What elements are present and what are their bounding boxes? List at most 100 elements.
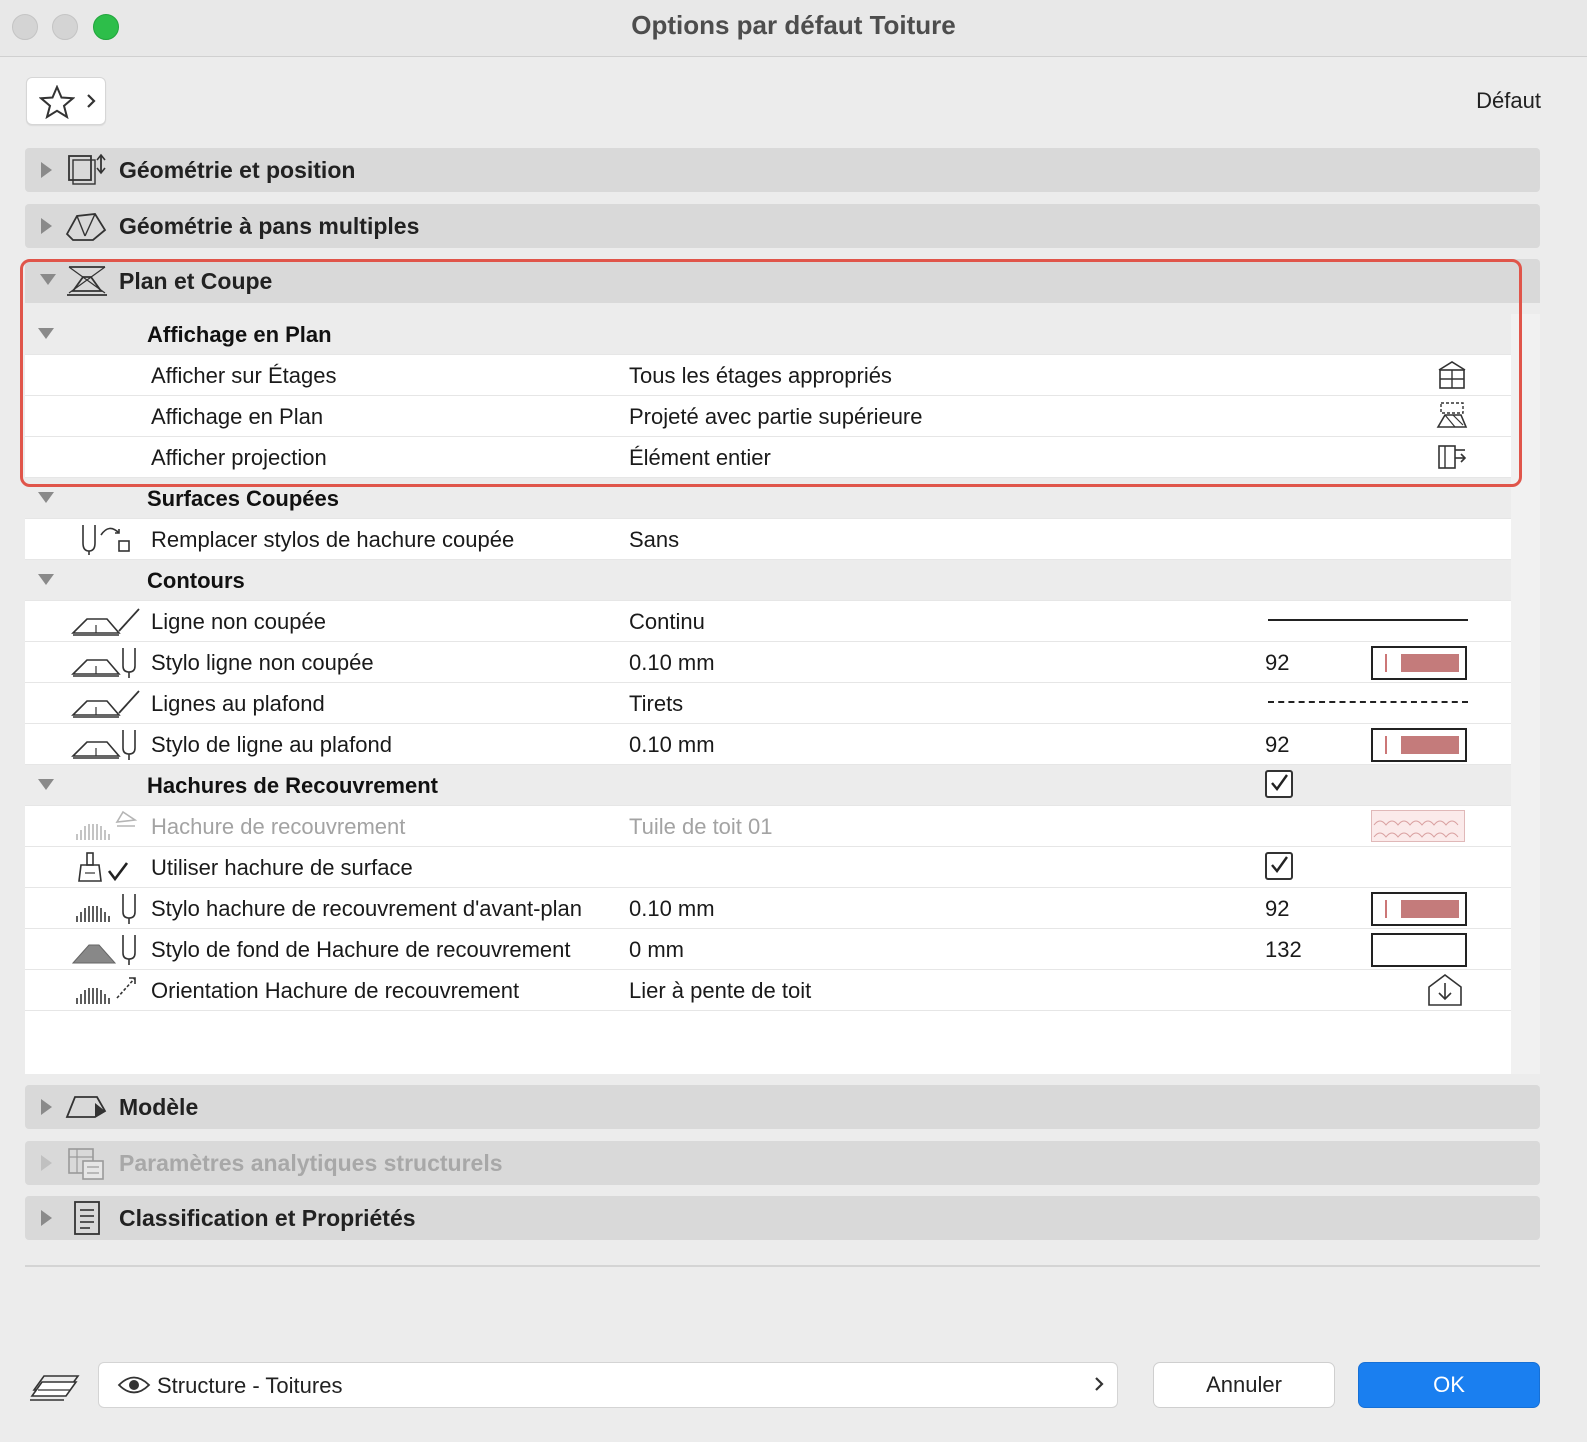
row-afficher-projection[interactable]: Afficher projection Élément entier (25, 437, 1511, 478)
disclosure-right-icon (41, 1099, 52, 1115)
disclosure-down-icon (38, 779, 54, 790)
row-value[interactable]: Lier à pente de toit (629, 978, 811, 1004)
default-label: Défaut (1476, 88, 1541, 113)
section-title: Classification et Propriétés (119, 1205, 416, 1231)
disclosure-right-icon (41, 1155, 52, 1171)
roof-slope-orientation-icon[interactable] (1425, 973, 1465, 1009)
section-classification[interactable]: Classification et Propriétés (25, 1196, 1540, 1240)
layer-selector[interactable]: Structure - Toitures (98, 1362, 1118, 1408)
row-label: Ligne non coupée (151, 609, 326, 634)
scrollbar-track[interactable] (1511, 314, 1540, 1074)
row-remplacer-stylos[interactable]: Remplacer stylos de hachure coupée Sans (25, 519, 1511, 560)
subsection-affichage-plan[interactable]: Affichage en Plan (25, 314, 1511, 355)
row-value[interactable]: Continu (629, 609, 705, 635)
row-stylo-ligne-plafond[interactable]: Stylo de ligne au plafond 0.10 mm 92 (25, 724, 1511, 765)
row-value[interactable]: 0 mm (629, 937, 684, 963)
row-label: Stylo ligne non coupée (151, 650, 374, 675)
cancel-button[interactable]: Annuler (1153, 1362, 1335, 1408)
row-value[interactable]: 0.10 mm (629, 650, 715, 676)
star-icon (39, 85, 75, 119)
pen-color-swatch[interactable] (1371, 646, 1467, 680)
subsection-title: Contours (147, 568, 245, 593)
row-value[interactable]: Tuile de toit 01 (629, 814, 773, 840)
row-value[interactable]: 0.10 mm (629, 732, 715, 758)
roof-line-icon (71, 608, 140, 636)
row-value[interactable]: Tirets (629, 691, 683, 717)
row-label: Stylo de fond de Hachure de recouvrement (151, 937, 571, 962)
row-affichage-en-plan[interactable]: Affichage en Plan Projeté avec partie su… (25, 396, 1511, 437)
ok-button[interactable]: OK (1358, 1362, 1540, 1408)
subsection-contours[interactable]: Contours (25, 560, 1511, 601)
projection-icon[interactable] (1435, 440, 1469, 474)
row-label: Lignes au plafond (151, 691, 325, 716)
section-title: Plan et Coupe (119, 268, 273, 294)
row-value[interactable]: Sans (629, 527, 679, 553)
pen-number[interactable]: 92 (1265, 896, 1289, 922)
pen-color-swatch[interactable] (1371, 933, 1467, 967)
row-label: Afficher sur Étages (151, 363, 337, 388)
background-pen-icon (71, 935, 136, 965)
row-stylo-ligne-non-coupee[interactable]: Stylo ligne non coupée 0.10 mm 92 (25, 642, 1511, 683)
row-hachure-recouvrement[interactable]: Hachure de recouvrement Tuile de toit 01 (25, 806, 1511, 847)
hatch-orientation-icon (76, 977, 136, 1004)
model-3d-icon (65, 1096, 107, 1118)
pen-number[interactable]: 92 (1265, 650, 1289, 676)
pen-number[interactable]: 132 (1265, 937, 1302, 963)
hachures-enable-checkbox[interactable] (1265, 770, 1293, 798)
pen-color-swatch[interactable] (1371, 728, 1467, 762)
projected-display-icon[interactable] (1435, 399, 1469, 433)
roof-pen-icon (71, 648, 136, 678)
eye-icon (117, 1376, 151, 1394)
section-title: Paramètres analytiques structurels (119, 1150, 503, 1176)
row-value[interactable]: Élément entier (629, 445, 771, 471)
row-afficher-sur-etages[interactable]: Afficher sur Étages Tous les étages appr… (25, 355, 1511, 396)
row-orientation-hachure[interactable]: Orientation Hachure de recouvrement Lier… (25, 970, 1511, 1011)
subsection-title: Affichage en Plan (147, 322, 332, 347)
row-lignes-au-plafond[interactable]: Lignes au plafond Tirets (25, 683, 1511, 724)
stories-icon[interactable] (1435, 358, 1469, 392)
use-surface-hatch-checkbox[interactable] (1265, 852, 1293, 880)
hatch-pattern-preview[interactable] (1371, 810, 1465, 842)
row-value[interactable]: Projeté avec partie supérieure (629, 404, 923, 430)
section-plan-coupe[interactable]: Plan et Coupe (25, 259, 1540, 303)
row-label: Affichage en Plan (151, 404, 324, 429)
disclosure-down-icon (38, 328, 54, 339)
checkmark-icon (1271, 856, 1288, 873)
row-stylo-hachure-avant-plan[interactable]: Stylo hachure de recouvrement d'avant-pl… (25, 888, 1511, 929)
favorites-button[interactable] (26, 77, 106, 125)
disclosure-down-icon (40, 274, 56, 285)
row-value[interactable]: 0.10 mm (629, 896, 715, 922)
subsection-hachures-recouvrement[interactable]: Hachures de Recouvrement (25, 765, 1511, 806)
hatch-fill-icon (76, 810, 138, 840)
row-label: Afficher projection (151, 445, 327, 470)
hatch-pen-icon (76, 894, 136, 924)
pen-color-swatch[interactable] (1371, 892, 1467, 926)
checkmark-icon (1271, 774, 1288, 791)
row-label: Stylo hachure de recouvrement d'avant-pl… (151, 896, 583, 921)
pen-number[interactable]: 92 (1265, 732, 1289, 758)
row-label: Remplacer stylos de hachure coupée (151, 527, 515, 552)
row-stylo-fond-hachure[interactable]: Stylo de fond de Hachure de recouvrement… (25, 929, 1511, 970)
disclosure-right-icon (41, 162, 52, 178)
section-geometrie-position[interactable]: Géométrie et position (25, 148, 1540, 192)
paint-brush-check-icon (78, 852, 129, 882)
override-pen-icon (82, 525, 130, 555)
plan-section-icon (67, 266, 107, 296)
subsection-surfaces-coupees[interactable]: Surfaces Coupées (25, 478, 1511, 519)
section-modele[interactable]: Modèle (25, 1085, 1540, 1129)
row-label: Orientation Hachure de recouvrement (151, 978, 520, 1003)
section-analytique[interactable]: Paramètres analytiques structurels (25, 1141, 1540, 1185)
layer-name: Structure - Toitures (157, 1373, 343, 1398)
line-type-preview-solid[interactable] (1268, 619, 1468, 621)
line-type-preview-dashed[interactable] (1268, 701, 1468, 703)
section-title: Géométrie à pans multiples (119, 213, 420, 239)
geometry-position-icon (68, 153, 106, 185)
row-ligne-non-coupee[interactable]: Ligne non coupée Continu (25, 601, 1511, 642)
row-label: Hachure de recouvrement (151, 814, 406, 839)
layers-icon (30, 1375, 80, 1401)
row-utiliser-hachure-surface[interactable]: Utiliser hachure de surface (25, 847, 1511, 888)
row-value[interactable]: Tous les étages appropriés (629, 363, 892, 389)
section-geometrie-pans[interactable]: Géométrie à pans multiples (25, 204, 1540, 248)
section-title: Modèle (119, 1094, 199, 1120)
chevron-right-icon (1095, 1377, 1104, 1391)
